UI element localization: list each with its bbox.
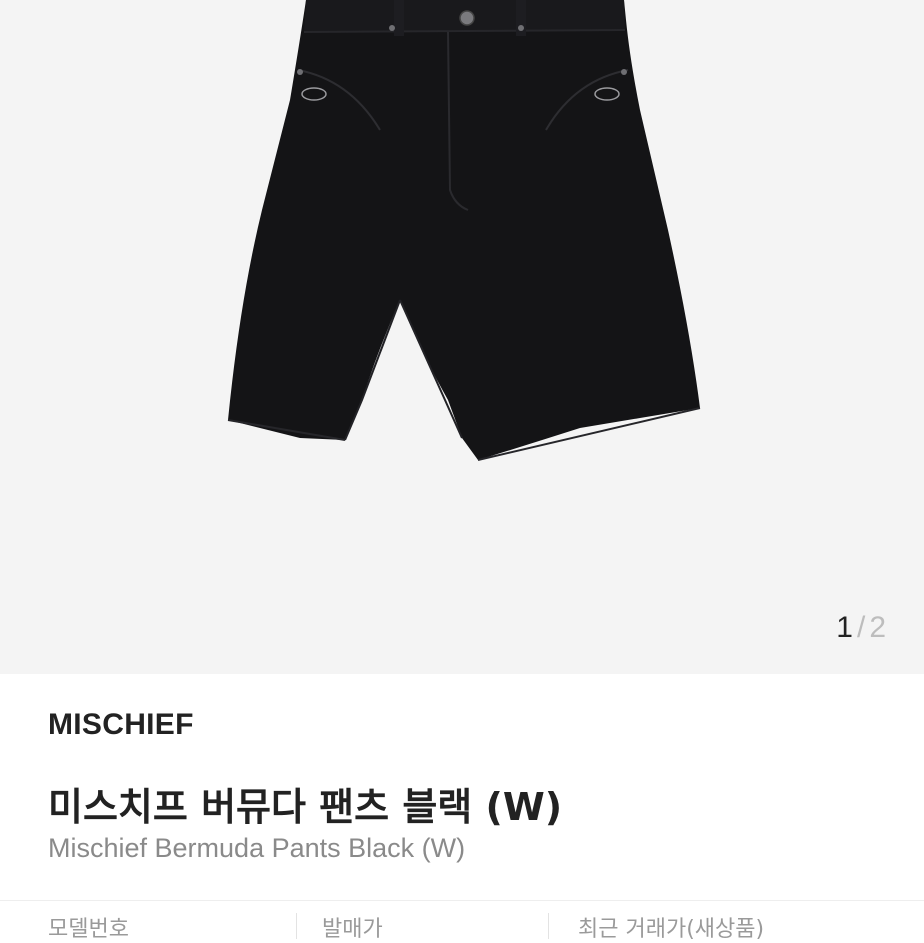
- pager-separator: /: [856, 611, 866, 644]
- recent-price-label: 최근 거래가(새상품): [578, 917, 765, 942]
- shorts-body: [228, 0, 700, 460]
- pager-current: 1: [836, 611, 853, 644]
- image-pager: 1/2: [836, 610, 886, 646]
- brand-name[interactable]: MISCHIEF: [48, 708, 194, 742]
- detail-divider: [296, 913, 297, 939]
- detail-divider: [548, 913, 549, 939]
- model-number-label: 모델번호: [48, 917, 129, 942]
- pager-total: 2: [869, 611, 886, 644]
- release-price-label: 발매가: [322, 917, 383, 942]
- product-detail-row: 모델번호 발매가 최근 거래가(새상품): [0, 900, 924, 942]
- product-image: [227, 0, 701, 461]
- product-title-korean: 미스치프 버뮤다 팬츠 블랙 (W): [48, 785, 563, 829]
- product-image-gallery[interactable]: 1/2: [0, 0, 924, 674]
- product-title-english: Mischief Bermuda Pants Black (W): [48, 833, 466, 863]
- shorts-button: [459, 10, 475, 26]
